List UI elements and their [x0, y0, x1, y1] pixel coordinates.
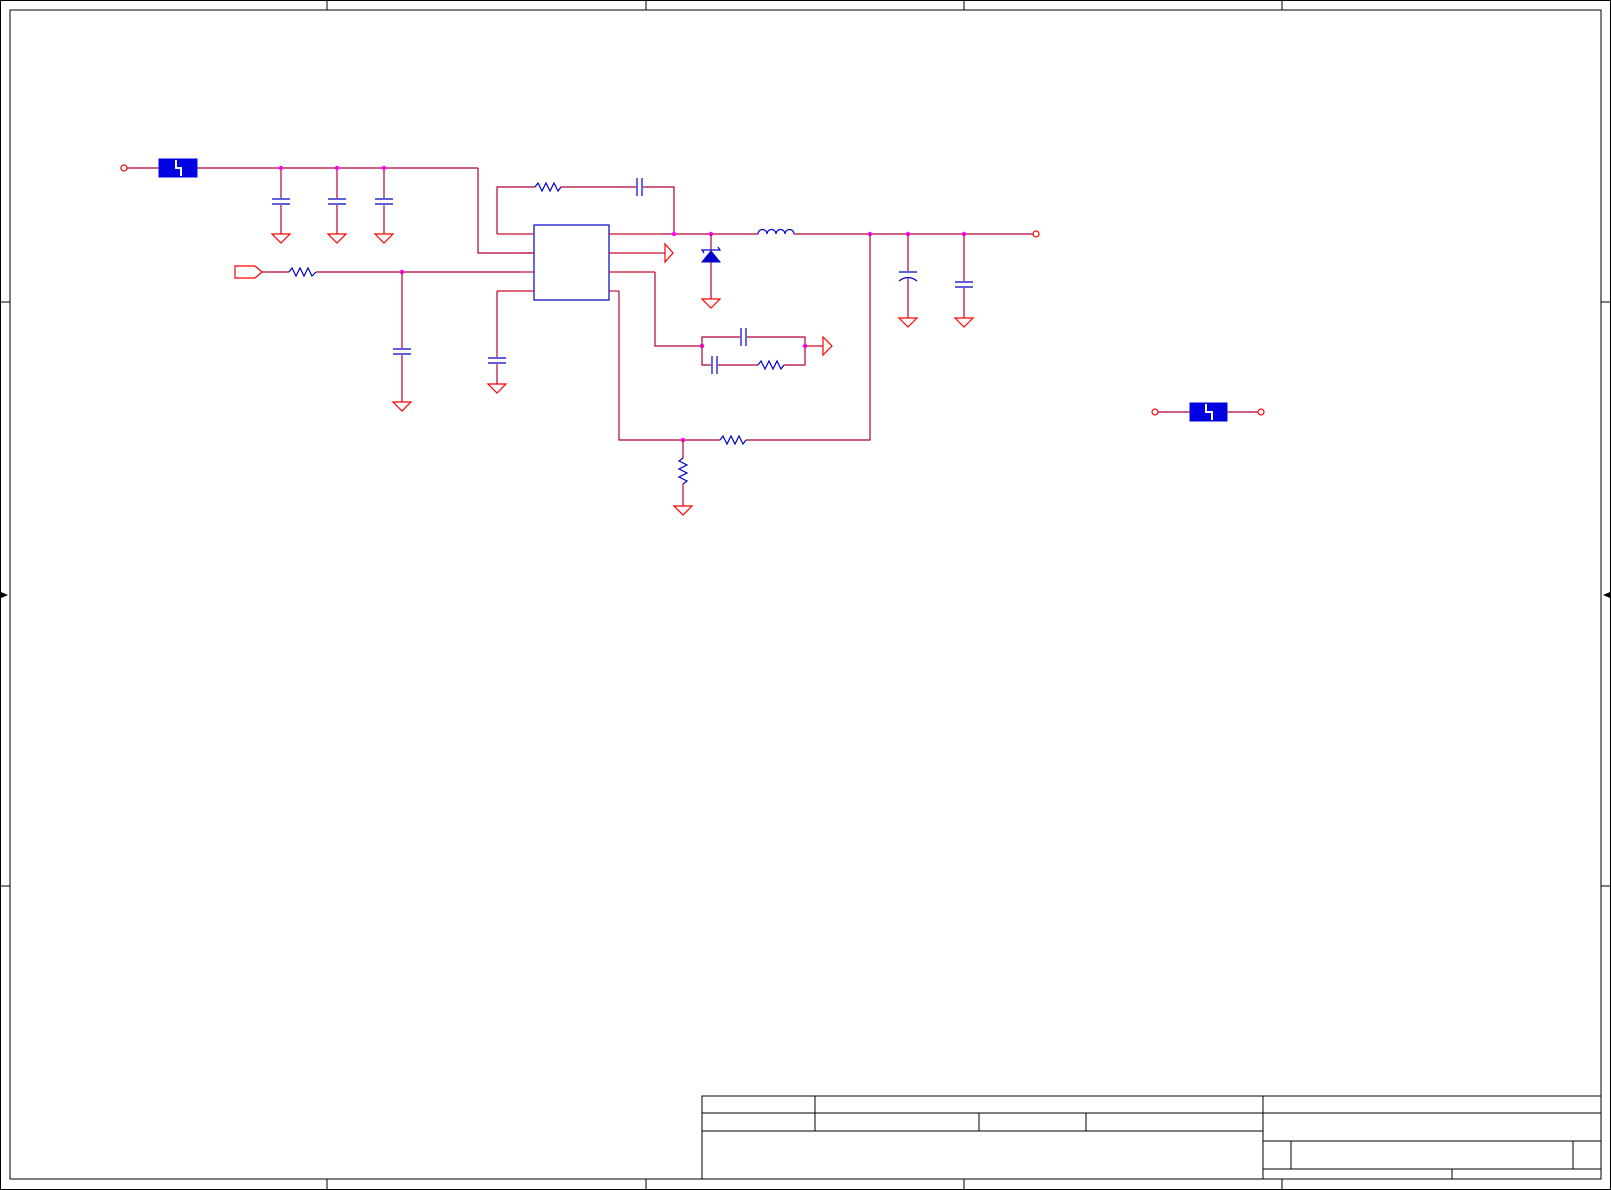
- jumper-standalone: [1151, 402, 1265, 422]
- capacitor: [270, 168, 292, 244]
- resistor: [288, 266, 317, 278]
- output-terminal: [1032, 230, 1040, 238]
- ground-icon: [672, 505, 694, 516]
- regulator-ic: [497, 224, 660, 301]
- compensation-network: [654, 272, 833, 374]
- ground-icon: [953, 317, 975, 328]
- ground-icon: [270, 233, 292, 244]
- input-capacitor-bank: [270, 165, 395, 244]
- resistor: [719, 434, 747, 446]
- ground-icon: [391, 401, 413, 412]
- capacitor: [373, 168, 395, 244]
- ground-icon: [486, 383, 508, 394]
- ground-icon: [373, 233, 395, 244]
- resistor: [757, 359, 785, 371]
- gnd-port: [660, 242, 674, 264]
- feedback-divider: [618, 234, 871, 516]
- polarized-capacitor: [897, 234, 919, 328]
- resistor: [534, 181, 562, 193]
- ground-icon: [700, 298, 722, 309]
- schematic-sheet: [0, 0, 1611, 1190]
- soft-start-capacitor: [486, 291, 508, 394]
- capacitor: [326, 168, 348, 244]
- drawing-frame: [0, 0, 1611, 1190]
- ground-icon: [897, 317, 919, 328]
- input-terminal: [120, 164, 128, 172]
- comp-port: [822, 335, 833, 357]
- bootstrap-network: [496, 178, 675, 234]
- ground-icon: [326, 233, 348, 244]
- resistor: [677, 457, 689, 485]
- title-block: [701, 1095, 1602, 1180]
- jumper-terminal: [1151, 408, 1159, 416]
- input-connector: [120, 158, 478, 178]
- jumper-terminal: [1257, 408, 1265, 416]
- inductor: [757, 228, 795, 235]
- capacitor: [953, 234, 975, 328]
- output-capacitors: [867, 230, 1040, 328]
- enable-input-port: [234, 265, 520, 412]
- switch-node: [660, 228, 1033, 309]
